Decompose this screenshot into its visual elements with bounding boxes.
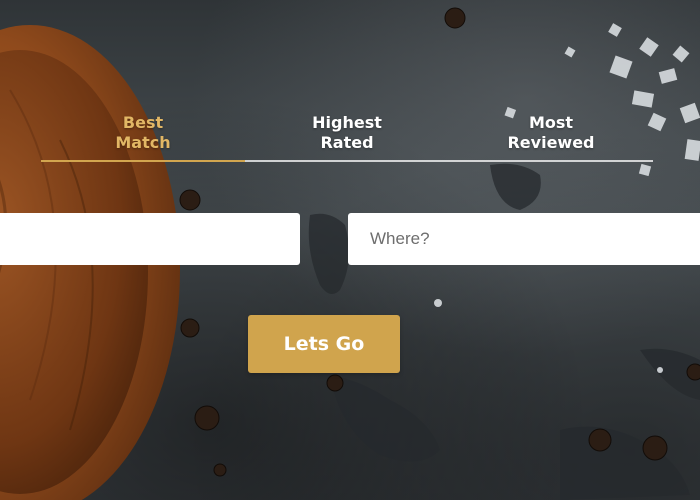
tab-most-reviewed[interactable]: Most Reviewed — [449, 113, 653, 159]
tab-best-match[interactable]: Best Match — [41, 113, 245, 159]
what-search-input[interactable] — [0, 213, 300, 265]
salt-crystals — [434, 23, 700, 373]
where-search-input[interactable] — [348, 213, 700, 265]
sort-tabs: Best Match Highest Rated Most Reviewed — [41, 113, 653, 163]
active-tab-indicator — [41, 160, 245, 162]
tab-highest-rated[interactable]: Highest Rated — [245, 113, 449, 159]
lets-go-button[interactable]: Lets Go — [248, 315, 400, 373]
